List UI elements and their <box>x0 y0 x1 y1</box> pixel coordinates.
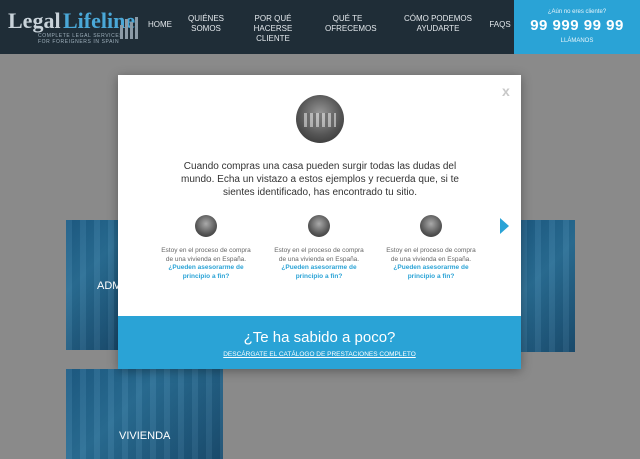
call-question: ¿Aún no eres cliente? <box>547 9 607 15</box>
card-link[interactable]: ¿Pueden asesorarme de principio a fin? <box>168 264 243 280</box>
card-avatar <box>195 215 217 237</box>
nav-porque-line-1: POR QUÉ HACERSE <box>253 14 293 33</box>
card-avatar <box>420 215 442 237</box>
nav-que-line-2: OFRECEMOS <box>325 24 377 33</box>
nav-home-label: HOME <box>148 20 172 29</box>
site-header: Legal Lifeline COMPLETE LEGAL SERVICES F… <box>0 0 640 54</box>
nav-como-line-1: CÓMO PODEMOS <box>403 14 472 23</box>
phone-number[interactable]: 99 999 99 99 <box>514 17 640 34</box>
card-link[interactable]: ¿Pueden asesorarme de principio a fin? <box>281 264 356 280</box>
example-card: Estoy en el proceso de compra de una viv… <box>273 215 365 281</box>
footer-title: ¿Te ha sabido a poco? <box>243 329 396 346</box>
card-text: Estoy en el proceso de compra de una viv… <box>385 247 477 281</box>
nav-porque-line-2: CLIENTE <box>256 34 290 43</box>
download-catalog-link[interactable]: DESCÁRGATE EL CATÁLOGO DE PRESTACIONES C… <box>118 351 521 358</box>
nav-quienes-line-1: QUIÉNES <box>187 14 224 23</box>
nav-que-line-1: QUÉ TE <box>332 14 363 23</box>
tile-left-label: ADM <box>97 280 118 292</box>
tile-vivienda[interactable]: VIVIENDA <box>66 369 223 459</box>
logo-columns-icon <box>120 17 140 39</box>
info-modal: x Cuando compras una casa pueden surgir … <box>118 75 521 369</box>
tile-right <box>521 220 575 352</box>
modal-footer: ¿Te ha sabido a poco? DESCÁRGATE EL CATÁ… <box>118 316 521 369</box>
tile-vivienda-label: VIVIENDA <box>119 430 171 442</box>
example-card: Estoy en el proceso de compra de una viv… <box>385 215 477 281</box>
card-question: Estoy en el proceso de compra de una viv… <box>161 247 251 263</box>
card-question: Estoy en el proceso de compra de una viv… <box>274 247 364 263</box>
nav-faqs[interactable]: FAQS <box>488 20 512 30</box>
nav-como-podemos-ayudarte[interactable]: CÓMO PODEMOS AYUDARTE <box>403 14 473 34</box>
modal-intro-text: Cuando compras una casa pueden surgir to… <box>181 161 459 198</box>
next-arrow-icon[interactable] <box>500 218 509 234</box>
logo-word-legal: Legal <box>8 8 61 33</box>
modal-photo-avatar <box>296 95 344 143</box>
call-cta: LLÁMANOS <box>560 38 594 44</box>
example-card: Estoy en el proceso de compra de una viv… <box>160 215 252 281</box>
tile-left: ADM <box>66 220 118 350</box>
card-link[interactable]: ¿Pueden asesorarme de principio a fin? <box>393 264 468 280</box>
nav-quienes-line-2: SOMOS <box>191 24 221 33</box>
logo-tagline-2: FOR FOREIGNERS IN SPAIN <box>38 39 120 45</box>
nav-que-te-ofrecemos[interactable]: QUÉ TE OFRECEMOS <box>325 14 377 34</box>
nav-por-que-hacerse-cliente[interactable]: POR QUÉ HACERSE CLIENTE <box>243 14 303 44</box>
nav-quienes-somos[interactable]: QUIÉNES SOMOS <box>186 14 226 34</box>
nav-faqs-label: FAQS <box>489 20 511 29</box>
legal-lifeline-logo[interactable]: Legal Lifeline COMPLETE LEGAL SERVICES F… <box>8 9 138 47</box>
call-us-box[interactable]: ¿Aún no eres cliente? 99 999 99 99 LLÁMA… <box>514 0 640 54</box>
card-avatar <box>308 215 330 237</box>
nav-como-line-2: AYUDARTE <box>416 24 460 33</box>
nav-home[interactable]: HOME <box>148 20 172 30</box>
card-text: Estoy en el proceso de compra de una viv… <box>160 247 252 281</box>
close-icon[interactable]: x <box>502 83 510 99</box>
card-text: Estoy en el proceso de compra de una viv… <box>273 247 365 281</box>
card-question: Estoy en el proceso de compra de una viv… <box>386 247 476 263</box>
